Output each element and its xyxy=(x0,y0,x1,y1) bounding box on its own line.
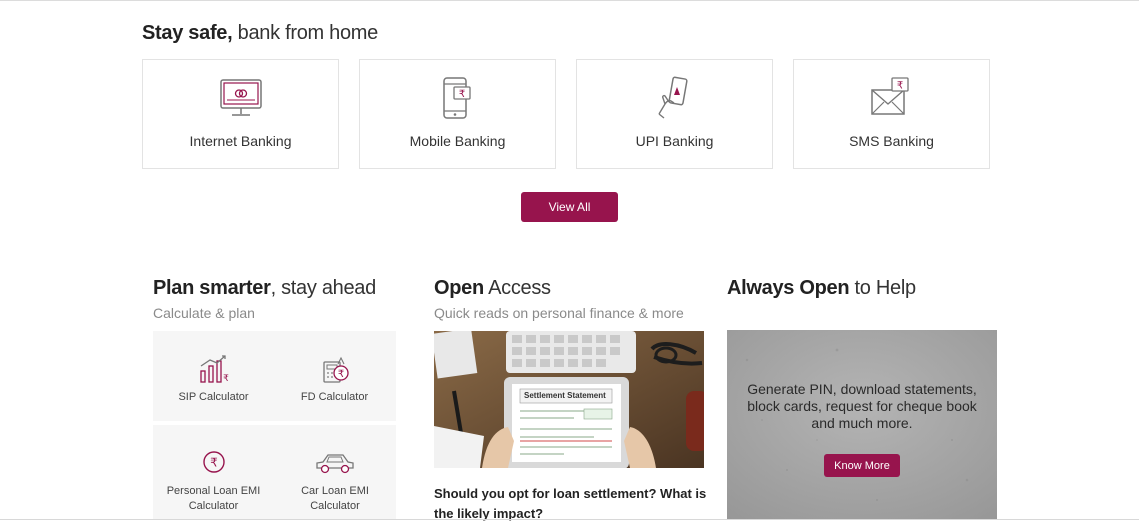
help-card: Generate PIN, download statements, block… xyxy=(727,330,997,520)
envelope-rupee-icon: ₹ xyxy=(870,77,909,115)
open-access-subtitle: Quick reads on personal finance & more xyxy=(434,305,684,321)
mobile-banking-card[interactable]: ₹ Mobile Banking xyxy=(359,59,556,169)
plan-smarter-title: Plan smarter, stay ahead xyxy=(153,277,376,299)
sip-calculator-link[interactable]: ₹ SIP Calculator xyxy=(153,354,274,405)
know-more-button[interactable]: Know More xyxy=(824,454,900,477)
monitor-icon xyxy=(219,79,262,116)
upi-banking-label: UPI Banking xyxy=(635,133,714,149)
personal-loan-emi-label: Personal Loan EMI Calculator xyxy=(166,485,261,512)
stay-safe-title: Stay safe, bank from home xyxy=(142,22,378,44)
bottom-divider xyxy=(0,519,1139,520)
upi-banking-card[interactable]: UPI Banking xyxy=(576,59,773,169)
hand-phone-icon xyxy=(657,76,688,119)
mobile-rupee-icon: ₹ xyxy=(442,77,471,119)
svg-text:₹: ₹ xyxy=(458,89,464,100)
fd-calculator-icon: ₹ xyxy=(322,356,349,383)
svg-text:₹: ₹ xyxy=(337,369,343,380)
view-all-button[interactable]: View All xyxy=(521,192,618,222)
article-image[interactable]: Settlement Statement xyxy=(434,331,704,468)
fd-calculator-link[interactable]: ₹ FD Calculator xyxy=(274,354,395,405)
always-open-title: Always Open to Help xyxy=(727,277,916,299)
open-access-title: Open Access xyxy=(434,277,551,299)
internet-banking-card[interactable]: Internet Banking xyxy=(142,59,339,169)
car-loan-emi-calculator-link[interactable]: Car Loan EMI Calculator xyxy=(274,448,395,514)
mobile-banking-label: Mobile Banking xyxy=(409,133,506,149)
help-text: Generate PIN, download statements, block… xyxy=(747,381,977,431)
sms-banking-label: SMS Banking xyxy=(849,133,934,149)
sms-banking-card[interactable]: ₹ SMS Banking xyxy=(793,59,990,169)
svg-text:₹: ₹ xyxy=(223,374,229,384)
settlement-statement-text: Settlement Statement xyxy=(524,391,606,400)
internet-banking-label: Internet Banking xyxy=(189,133,292,149)
plan-smarter-subtitle: Calculate & plan xyxy=(153,305,255,321)
svg-text:₹: ₹ xyxy=(896,81,902,92)
rupee-circle-icon: ₹ xyxy=(202,451,225,473)
car-icon xyxy=(315,454,354,474)
car-loan-emi-label: Car Loan EMI Calculator xyxy=(301,485,369,512)
personal-loan-emi-calculator-link[interactable]: ₹ Personal Loan EMI Calculator xyxy=(153,448,274,514)
article-headline-link[interactable]: Should you opt for loan settlement? What… xyxy=(434,484,709,523)
top-divider xyxy=(0,0,1139,1)
sip-chart-icon: ₹ xyxy=(199,355,229,384)
fd-calculator-label: FD Calculator xyxy=(300,391,369,403)
sip-calculator-label: SIP Calculator xyxy=(178,391,249,403)
svg-text:₹: ₹ xyxy=(210,456,218,470)
